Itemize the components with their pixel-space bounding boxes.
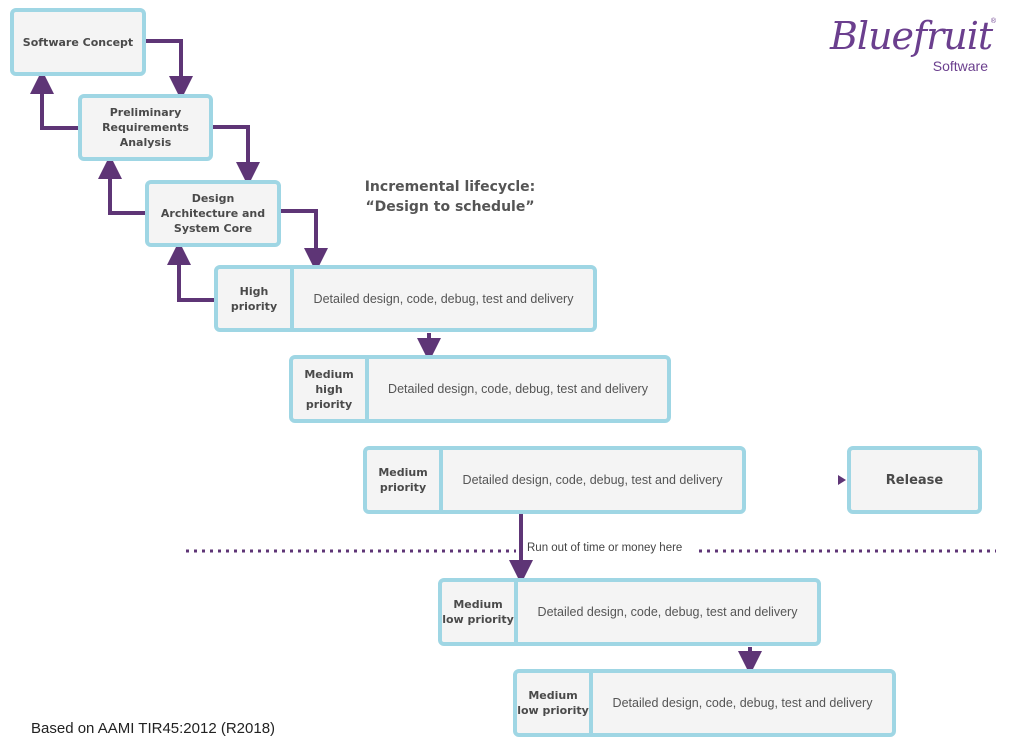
increment-description: Detailed design, code, debug, test and d… bbox=[313, 291, 574, 306]
arrow-high-to-design bbox=[167, 241, 215, 302]
logo-subtitle: Software bbox=[932, 58, 988, 74]
increment-medium-low-priority-2: Medium low priority Detailed design, cod… bbox=[513, 669, 896, 737]
stage-label: Software Concept bbox=[22, 35, 134, 49]
cutoff-note: Run out of time or money here bbox=[524, 542, 686, 554]
stage-design-architecture: Design Architecture and System Core bbox=[145, 180, 281, 247]
arrow-requirements-to-design bbox=[212, 125, 260, 186]
logo-script: Bluefruit bbox=[830, 14, 993, 58]
increment-medium-priority: Medium priority Detailed design, code, d… bbox=[363, 446, 746, 514]
arrow-design-to-high bbox=[280, 209, 328, 272]
arrow-requirements-to-concept bbox=[30, 70, 79, 130]
stage-label: Design Architecture and System Core bbox=[160, 192, 266, 235]
priority-label: Medium priority bbox=[367, 450, 443, 510]
stage-software-concept: Software Concept bbox=[10, 8, 146, 76]
priority-label: Medium low priority bbox=[517, 673, 593, 733]
increment-medium-low-priority-1: Medium low priority Detailed design, cod… bbox=[438, 578, 821, 646]
title-line-2: “Design to schedule” bbox=[365, 199, 535, 215]
priority-label: Medium high priority bbox=[293, 359, 369, 419]
increment-description: Detailed design, code, debug, test and d… bbox=[388, 382, 648, 396]
arrow-to-release bbox=[838, 475, 846, 485]
bluefruit-logo: Bluefruit ® Software bbox=[830, 14, 1000, 76]
stage-preliminary-requirements: Preliminary Requirements Analysis bbox=[78, 94, 213, 161]
diagram-title: Incremental lifecycle: “Design to schedu… bbox=[340, 177, 560, 217]
release-label: Release bbox=[885, 472, 944, 488]
increment-high-priority: High priority Detailed design, code, deb… bbox=[214, 265, 597, 332]
arrow-design-to-requirements bbox=[98, 155, 146, 215]
increment-description: Detailed design, code, debug, test and d… bbox=[462, 473, 723, 487]
increment-description: Detailed design, code, debug, test and d… bbox=[537, 605, 798, 619]
increment-description: Detailed design, code, debug, test and d… bbox=[612, 696, 873, 710]
release-box: Release bbox=[847, 446, 982, 514]
priority-label: High priority bbox=[218, 269, 294, 328]
priority-label: Medium low priority bbox=[442, 582, 518, 642]
increment-medium-high-priority: Medium high priority Detailed design, co… bbox=[289, 355, 671, 423]
logo-registered: ® bbox=[990, 18, 996, 25]
source-caption: Based on AAMI TIR45:2012 (R2018) bbox=[31, 720, 276, 737]
title-line-1: Incremental lifecycle: bbox=[364, 179, 536, 195]
stage-label: Preliminary Requirements Analysis bbox=[102, 106, 189, 149]
arrow-concept-to-requirements bbox=[145, 39, 193, 100]
